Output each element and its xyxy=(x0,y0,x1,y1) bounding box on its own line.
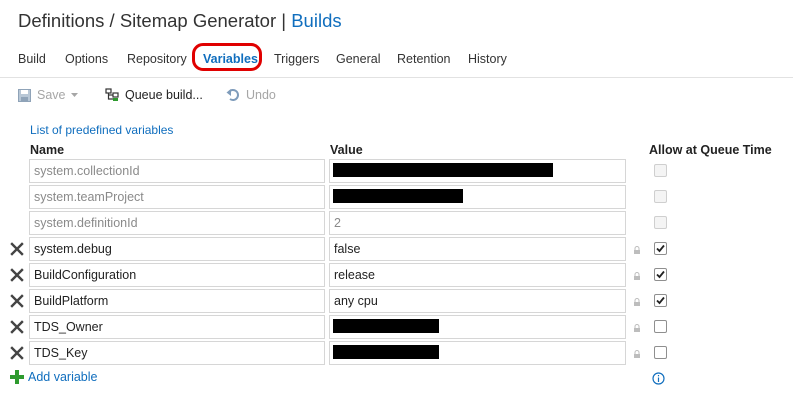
delete-variable-icon[interactable] xyxy=(10,320,24,334)
add-variable-button[interactable]: Add variable xyxy=(10,370,98,384)
allow-queue-time-checkbox xyxy=(654,164,667,177)
undo-label: Undo xyxy=(246,88,276,102)
tab-retention[interactable]: Retention xyxy=(397,52,451,66)
table-row: TDS_Owner xyxy=(0,315,793,339)
variable-name-field: system.definitionId xyxy=(29,211,325,235)
variable-name-field[interactable]: BuildPlatform xyxy=(29,289,325,313)
checkmark-icon xyxy=(656,244,665,253)
allow-queue-time-checkbox xyxy=(654,190,667,203)
checkmark-icon xyxy=(656,296,665,305)
tab-options[interactable]: Options xyxy=(65,52,108,66)
redacted-value xyxy=(333,189,463,203)
add-variable-label: Add variable xyxy=(28,370,98,384)
delete-variable-icon[interactable] xyxy=(10,242,24,256)
table-row: BuildPlatform any cpu xyxy=(0,289,793,313)
lock-icon[interactable] xyxy=(633,246,641,254)
column-header-allow-queue-time: Allow at Queue Time xyxy=(649,143,772,157)
save-label: Save xyxy=(37,88,66,102)
queue-build-icon xyxy=(105,88,119,101)
delete-variable-icon[interactable] xyxy=(10,268,24,282)
page-title: Definitions / Sitemap Generator | Builds xyxy=(18,10,342,32)
tab-bar: Build Options Repository Variables Trigg… xyxy=(0,52,793,74)
allow-queue-time-checkbox[interactable] xyxy=(654,320,667,333)
redacted-value xyxy=(333,319,439,333)
delete-variable-icon[interactable] xyxy=(10,294,24,308)
lock-icon[interactable] xyxy=(633,272,641,280)
breadcrumb-definition-name: Sitemap Generator xyxy=(119,10,277,31)
tab-build[interactable]: Build xyxy=(18,52,46,66)
variable-value-field: 2 xyxy=(329,211,626,235)
variable-name-field[interactable]: TDS_Key xyxy=(29,341,325,365)
undo-button[interactable]: Undo xyxy=(226,88,276,102)
lock-icon[interactable] xyxy=(633,350,641,358)
table-row: BuildConfiguration release xyxy=(0,263,793,287)
table-row: system.teamProject xyxy=(0,185,793,209)
save-icon xyxy=(18,88,31,102)
info-icon[interactable] xyxy=(652,372,665,385)
variable-name-field[interactable]: BuildConfiguration xyxy=(29,263,325,287)
queue-build-label: Queue build... xyxy=(125,88,203,102)
plus-icon xyxy=(10,370,24,384)
lock-icon[interactable] xyxy=(633,324,641,332)
allow-queue-time-checkbox xyxy=(654,216,667,229)
column-header-value: Value xyxy=(330,143,363,157)
predefined-variables-link[interactable]: List of predefined variables xyxy=(30,123,173,137)
redacted-value xyxy=(333,345,439,359)
variable-name-field: system.collectionId xyxy=(29,159,325,183)
lock-icon[interactable] xyxy=(633,298,641,306)
variable-name-field[interactable]: TDS_Owner xyxy=(29,315,325,339)
redacted-value xyxy=(333,163,553,177)
tab-divider xyxy=(0,77,793,78)
variable-name-field[interactable]: system.debug xyxy=(29,237,325,261)
delete-variable-icon[interactable] xyxy=(10,346,24,360)
variable-value-field[interactable]: release xyxy=(329,263,626,287)
checkmark-icon xyxy=(656,270,665,279)
undo-icon xyxy=(226,89,239,101)
tab-general[interactable]: General xyxy=(336,52,380,66)
table-row: system.debug false xyxy=(0,237,793,261)
allow-queue-time-checkbox[interactable] xyxy=(654,268,667,281)
variable-value-field[interactable]: any cpu xyxy=(329,289,626,313)
variable-value-field[interactable]: false xyxy=(329,237,626,261)
tab-repository[interactable]: Repository xyxy=(127,52,187,66)
allow-queue-time-checkbox[interactable] xyxy=(654,242,667,255)
column-header-name: Name xyxy=(30,143,65,157)
breadcrumb-definitions[interactable]: Definitions xyxy=(18,10,104,31)
allow-queue-time-checkbox[interactable] xyxy=(654,346,667,359)
save-button[interactable]: Save xyxy=(18,88,79,102)
variable-name-field: system.teamProject xyxy=(29,185,325,209)
allow-queue-time-checkbox[interactable] xyxy=(654,294,667,307)
table-row: TDS_Key xyxy=(0,341,793,365)
breadcrumb-builds[interactable]: Builds xyxy=(291,10,341,31)
chevron-down-icon xyxy=(70,93,78,97)
table-row: system.definitionId 2 xyxy=(0,211,793,235)
tab-triggers[interactable]: Triggers xyxy=(274,52,319,66)
table-row: system.collectionId xyxy=(0,159,793,183)
toolbar: Save Queue build... Undo xyxy=(0,86,793,108)
queue-build-button[interactable]: Queue build... xyxy=(105,88,203,102)
breadcrumb-separator: / xyxy=(109,10,115,31)
variables-tab-highlight xyxy=(192,43,262,71)
tab-history[interactable]: History xyxy=(468,52,507,66)
breadcrumb-separator: | xyxy=(281,10,287,31)
